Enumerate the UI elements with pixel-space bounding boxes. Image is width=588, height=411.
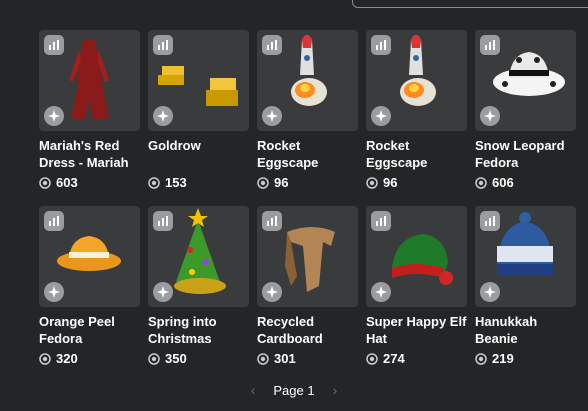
price-value: 606 <box>492 175 514 190</box>
item-price: 301 <box>257 351 358 366</box>
price-value: 219 <box>492 351 514 366</box>
item-card[interactable]: Rocket Eggscape 96 <box>257 30 358 206</box>
item-card[interactable]: Hanukkah Beanie 219 <box>475 206 576 382</box>
item-price: 603 <box>39 175 140 190</box>
sparkle-icon[interactable] <box>262 106 282 126</box>
price-value: 96 <box>383 175 398 190</box>
item-name[interactable]: Goldrow <box>148 137 249 171</box>
sparkle-icon[interactable] <box>262 282 282 302</box>
item-thumbnail[interactable] <box>148 206 249 307</box>
item-price: 274 <box>366 351 467 366</box>
bar-chart-icon[interactable] <box>153 211 173 231</box>
price-value: 274 <box>383 351 405 366</box>
item-name[interactable]: Hanukkah Beanie <box>475 313 576 347</box>
item-card[interactable]: Rocket Eggscape 96 <box>366 30 467 206</box>
item-price: 153 <box>148 175 249 190</box>
sparkle-icon[interactable] <box>371 106 391 126</box>
robux-icon <box>366 352 378 365</box>
robux-icon <box>148 176 160 189</box>
item-grid: Mariah's Red Dress - Mariah 603 Goldrow … <box>39 30 576 382</box>
robux-icon <box>366 176 378 189</box>
robux-icon <box>475 176 487 189</box>
item-price: 219 <box>475 351 576 366</box>
item-price: 96 <box>257 175 358 190</box>
sparkle-icon[interactable] <box>44 282 64 302</box>
item-price: 320 <box>39 351 140 366</box>
item-thumbnail[interactable] <box>148 30 249 131</box>
robux-icon <box>39 176 51 189</box>
item-card[interactable]: Orange Peel Fedora 320 <box>39 206 140 382</box>
item-thumbnail[interactable] <box>366 30 467 131</box>
item-card[interactable]: Spring into Christmas 350 <box>148 206 249 382</box>
bar-chart-icon[interactable] <box>371 211 391 231</box>
robux-icon <box>475 352 487 365</box>
sparkle-icon[interactable] <box>480 106 500 126</box>
sparkle-icon[interactable] <box>44 106 64 126</box>
price-value: 350 <box>165 351 187 366</box>
robux-icon <box>257 176 269 189</box>
item-thumbnail[interactable] <box>257 206 358 307</box>
item-name[interactable]: Super Happy Elf Hat <box>366 313 467 347</box>
item-card[interactable]: Super Happy Elf Hat 274 <box>366 206 467 382</box>
price-value: 96 <box>274 175 289 190</box>
chevron-left-icon[interactable]: ‹ <box>251 382 256 398</box>
item-thumbnail[interactable] <box>366 206 467 307</box>
item-name[interactable]: Rocket Eggscape <box>366 137 467 171</box>
item-thumbnail[interactable] <box>475 206 576 307</box>
price-value: 153 <box>165 175 187 190</box>
robux-icon <box>39 352 51 365</box>
robux-icon <box>257 352 269 365</box>
item-price: 606 <box>475 175 576 190</box>
price-value: 301 <box>274 351 296 366</box>
bar-chart-icon[interactable] <box>262 211 282 231</box>
item-price: 350 <box>148 351 249 366</box>
item-card[interactable]: Recycled Cardboard 301 <box>257 206 358 382</box>
item-name[interactable]: Recycled Cardboard <box>257 313 358 347</box>
page-label: Page 1 <box>273 382 315 398</box>
sparkle-icon[interactable] <box>153 106 173 126</box>
bar-chart-icon[interactable] <box>480 211 500 231</box>
sparkle-icon[interactable] <box>480 282 500 302</box>
item-thumbnail[interactable] <box>475 30 576 131</box>
robux-icon <box>148 352 160 365</box>
chevron-right-icon[interactable]: › <box>333 382 338 398</box>
price-value: 320 <box>56 351 78 366</box>
item-thumbnail[interactable] <box>39 206 140 307</box>
item-card[interactable]: Snow Leopard Fedora 606 <box>475 30 576 206</box>
bar-chart-icon[interactable] <box>44 211 64 231</box>
sparkle-icon[interactable] <box>153 282 173 302</box>
bar-chart-icon[interactable] <box>153 35 173 55</box>
pagination: ‹ Page 1 › <box>0 382 588 398</box>
item-price: 96 <box>366 175 467 190</box>
bar-chart-icon[interactable] <box>262 35 282 55</box>
item-name[interactable]: Spring into Christmas <box>148 313 249 347</box>
item-name[interactable]: Orange Peel Fedora <box>39 313 140 347</box>
item-card[interactable]: Mariah's Red Dress - Mariah 603 <box>39 30 140 206</box>
item-name[interactable]: Rocket Eggscape <box>257 137 358 171</box>
item-name[interactable]: Snow Leopard Fedora <box>475 137 576 171</box>
bar-chart-icon[interactable] <box>480 35 500 55</box>
search-bar[interactable] <box>352 0 588 8</box>
sparkle-icon[interactable] <box>371 282 391 302</box>
item-card[interactable]: Goldrow 153 <box>148 30 249 206</box>
bar-chart-icon[interactable] <box>44 35 64 55</box>
price-value: 603 <box>56 175 78 190</box>
bar-chart-icon[interactable] <box>371 35 391 55</box>
item-name[interactable]: Mariah's Red Dress - Mariah <box>39 137 140 171</box>
item-thumbnail[interactable] <box>257 30 358 131</box>
item-thumbnail[interactable] <box>39 30 140 131</box>
